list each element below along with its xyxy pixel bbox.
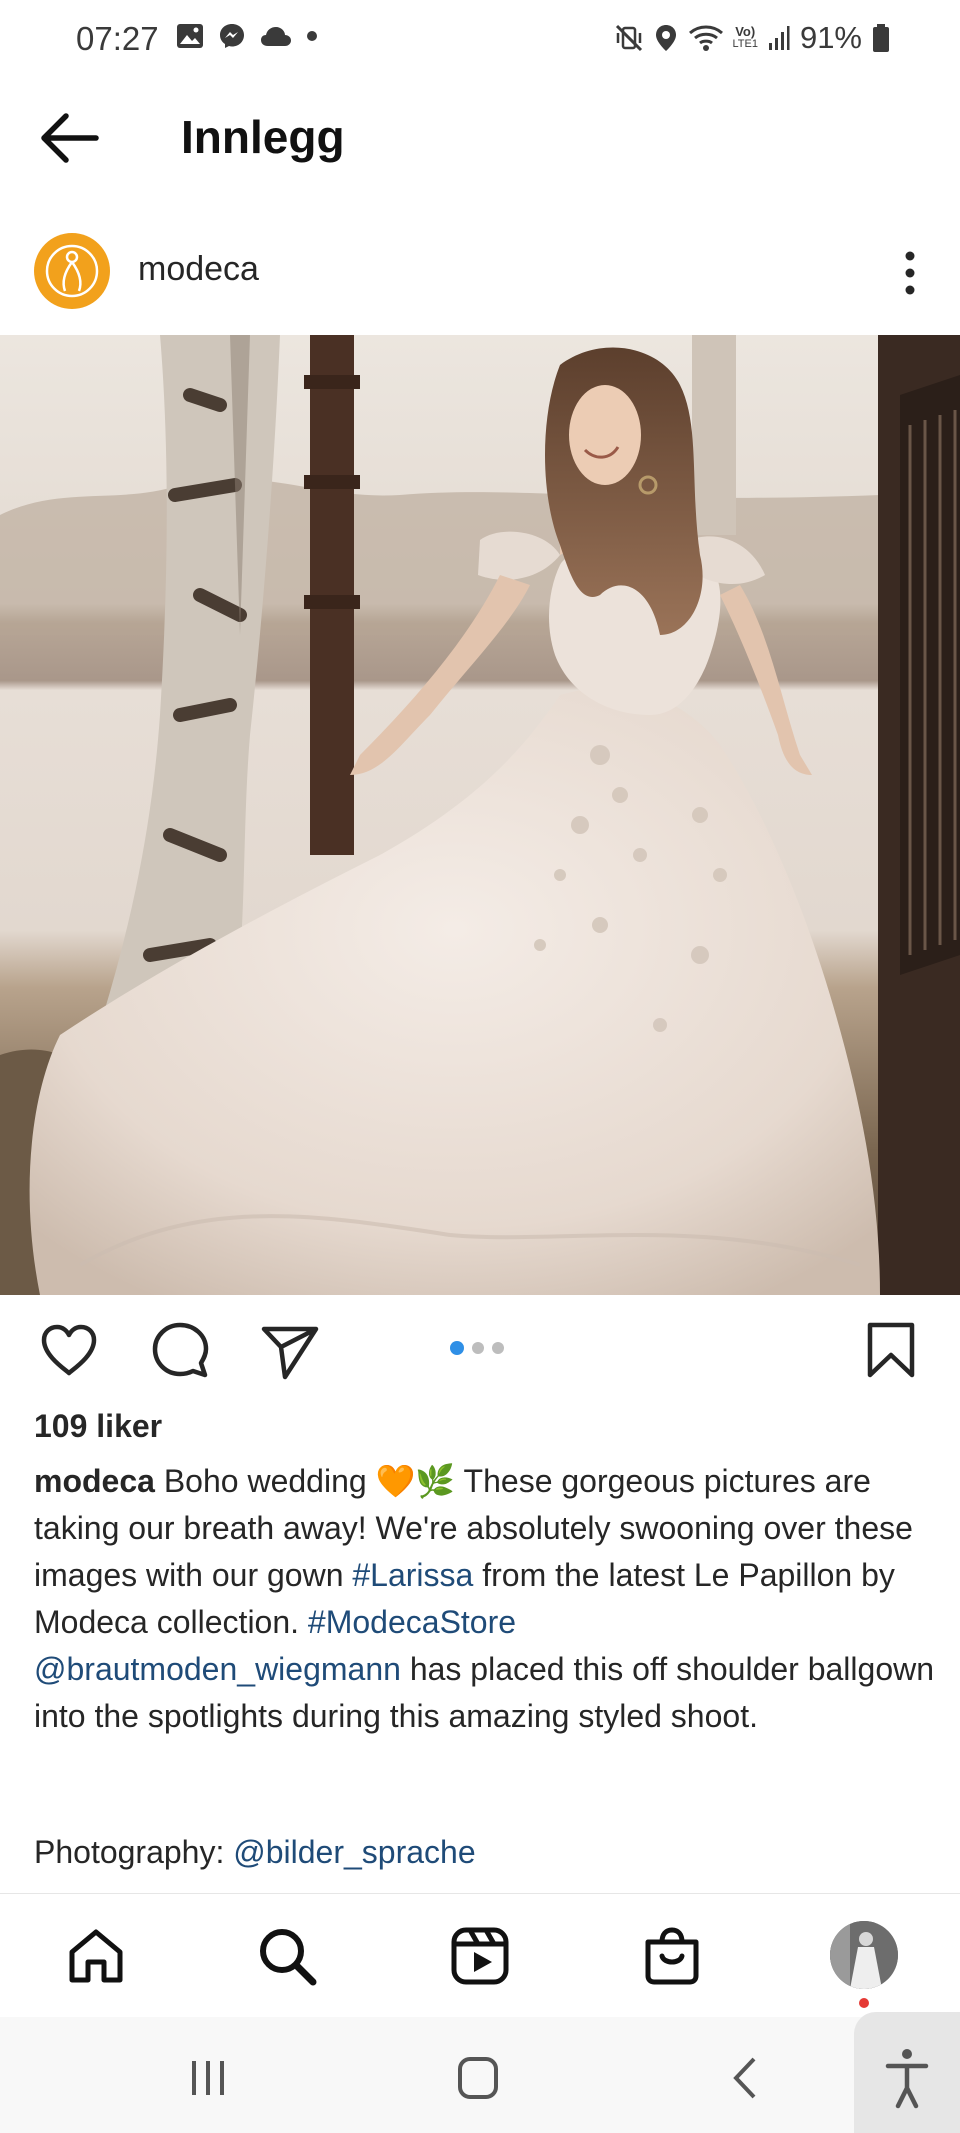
carousel-indicator [450, 1341, 504, 1355]
back-system-button[interactable] [716, 2053, 776, 2103]
status-notification-icons [176, 22, 318, 50]
post-header: modeca [0, 228, 960, 320]
status-bar: 07:27 Vo) LTE1 91% [0, 0, 960, 80]
status-system-icons: Vo) LTE1 91% [614, 20, 890, 56]
home-icon [69, 1929, 123, 1983]
caption-username[interactable]: modeca [34, 1463, 155, 1499]
post-options-button[interactable] [890, 238, 930, 308]
mention-link[interactable]: @bilder_sprache [233, 1834, 475, 1870]
kebab-menu-icon [905, 251, 915, 295]
carousel-dot [492, 1342, 504, 1354]
nav-shop[interactable] [640, 1924, 704, 1988]
chevron-left-icon [733, 2057, 756, 2099]
dot-icon [307, 31, 317, 41]
mute-vibrate-icon [616, 24, 643, 52]
messenger-icon [220, 24, 244, 48]
recent-apps-button[interactable] [178, 2053, 238, 2103]
accessibility-button[interactable] [854, 2012, 960, 2133]
location-icon [656, 25, 677, 51]
shop-icon [645, 1927, 699, 1985]
home-system-button[interactable] [448, 2053, 508, 2103]
home-square-icon [458, 2057, 498, 2099]
nav-profile[interactable] [830, 1921, 898, 1989]
post-caption: modeca Boho wedding 🧡🌿 These gorgeous pi… [34, 1458, 934, 1740]
status-time: 07:27 [76, 20, 159, 57]
page-title: Innlegg [181, 111, 345, 163]
share-button[interactable] [259, 1319, 321, 1381]
post-image[interactable] [0, 335, 960, 1295]
heart-icon [41, 1324, 97, 1376]
back-button[interactable] [38, 110, 102, 166]
bottom-navigation [0, 1893, 960, 2017]
battery-percentage: 91% [799, 20, 862, 55]
accessibility-icon [885, 2049, 929, 2109]
bookmark-icon [867, 1322, 915, 1378]
post-author-avatar[interactable] [34, 233, 110, 309]
search-icon [260, 1929, 317, 1986]
comment-icon [152, 1322, 209, 1378]
post-author-username[interactable]: modeca [138, 250, 259, 289]
wedding-photo [0, 335, 960, 1295]
carousel-dot [472, 1342, 484, 1354]
system-navigation-bar [0, 2012, 960, 2133]
gallery-icon [177, 24, 203, 48]
reels-icon [451, 1927, 509, 1985]
volte-label-top: Vo) [735, 24, 756, 39]
carousel-dot-active [450, 1341, 464, 1355]
arrow-left-icon [41, 113, 99, 163]
cloud-icon [261, 27, 291, 46]
hashtag-link[interactable]: #ModecaStore [308, 1604, 516, 1640]
nav-search[interactable] [255, 1924, 319, 1988]
volte-label-bottom: LTE1 [732, 38, 758, 50]
comment-button[interactable] [149, 1319, 211, 1381]
photography-label: Photography: [34, 1834, 234, 1870]
recents-icon [192, 2061, 224, 2095]
photography-credit: Photography: @bilder_sprache [34, 1834, 476, 1871]
like-button[interactable] [38, 1319, 100, 1381]
send-icon [261, 1326, 319, 1380]
volte-icon: Vo) LTE1 [732, 24, 758, 50]
post-actions [0, 1315, 960, 1385]
save-button[interactable] [860, 1319, 922, 1381]
mention-link[interactable]: @brautmoden_wiegmann [34, 1651, 401, 1687]
modeca-logo-icon [45, 244, 99, 298]
hashtag-link[interactable]: #Larissa [352, 1557, 473, 1593]
signal-icon [768, 26, 790, 50]
wifi-icon [689, 25, 724, 51]
nav-home[interactable] [64, 1924, 128, 1988]
notification-dot [859, 1998, 869, 2008]
like-count[interactable]: 109 liker [34, 1408, 162, 1445]
page-header: Innlegg [0, 80, 960, 196]
profile-avatar [830, 1921, 898, 1989]
nav-reels[interactable] [448, 1924, 512, 1988]
battery-icon [873, 24, 889, 52]
